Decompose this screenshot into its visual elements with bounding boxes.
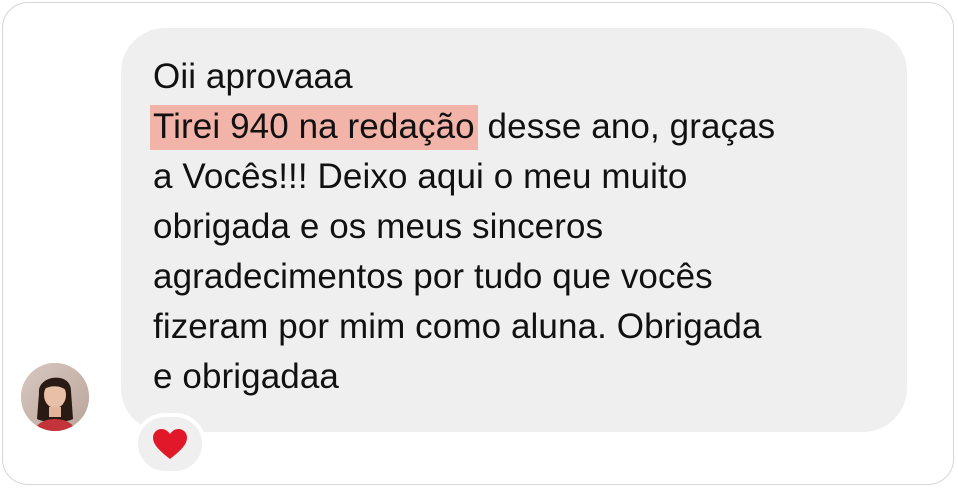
message-line-2-rest: desse ano, graças [477, 107, 776, 146]
user-avatar[interactable] [21, 363, 89, 431]
message-line-7: e obrigadaa [153, 357, 339, 396]
red-heart-icon [153, 429, 187, 459]
heart-reaction[interactable] [134, 413, 206, 475]
message-line-1: Oii aprovaaa [153, 57, 353, 96]
message-text: Oii aprovaaa Tirei 940 na redação desse … [150, 52, 893, 402]
highlighted-text: Tirei 940 na redação [150, 105, 478, 150]
avatar-photo-icon [21, 363, 89, 431]
message-line-2: Tirei 940 na redação desse ano, graças [150, 102, 893, 152]
message-line-5: agradecimentos por tudo que vocês [153, 257, 713, 296]
message-line-4: obrigada e os meus sinceros [153, 207, 604, 246]
message-line-6: fizeram por mim como aluna. Obrigada [153, 307, 762, 346]
message-line-3: a Vocês!!! Deixo aqui o meu muito [153, 157, 688, 196]
